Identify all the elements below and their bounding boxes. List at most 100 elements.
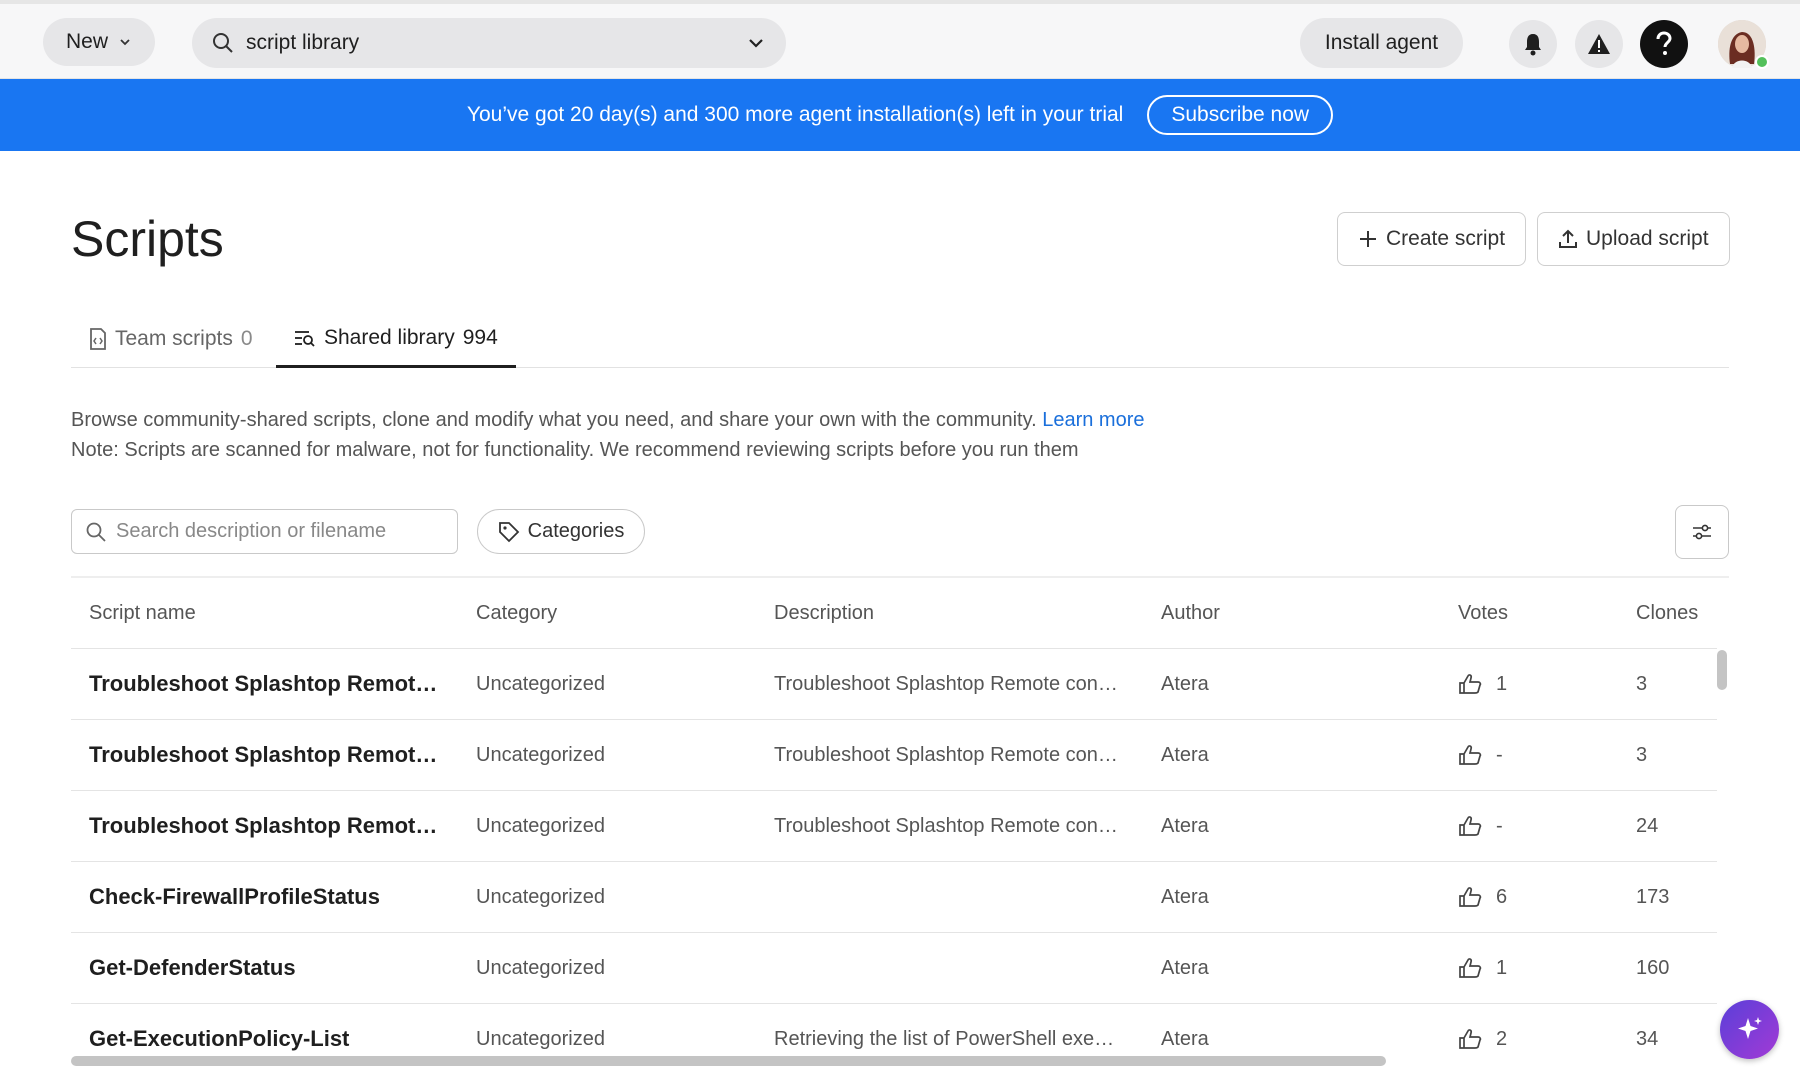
script-search-field[interactable] [71,509,458,554]
table-row[interactable]: Troubleshoot Splashtop Remot… Uncategori… [71,648,1717,719]
script-category: Uncategorized [476,814,605,837]
notifications-button[interactable] [1509,20,1557,68]
table-vertical-scrollbar[interactable] [1717,650,1729,1060]
trial-message: You’ve got 20 day(s) and 300 more agent … [466,103,1124,126]
script-description: Troubleshoot Splashtop Remote con… [774,814,1118,837]
scripts-table: Script name Category Description Author … [71,576,1729,1066]
script-category: Uncategorized [476,885,605,908]
script-votes: - [1458,815,1503,838]
thumbs-up-icon[interactable] [1458,957,1482,979]
tab-shared-library-label: Shared library [324,325,455,349]
votes-count: 2 [1496,1027,1508,1050]
script-clones: 24 [1636,814,1659,837]
column-header-description[interactable]: Description [774,602,874,625]
description-line-1: Browse community-shared scripts, clone a… [71,405,1144,435]
tab-shared-library-count: 994 [462,325,498,349]
tag-icon [498,521,519,542]
warning-icon [1588,34,1610,54]
votes-count: - [1496,743,1503,766]
alerts-button[interactable] [1575,20,1623,68]
chevron-down-icon [120,39,130,46]
table-horizontal-scrollbar[interactable] [71,1056,1386,1066]
chevron-down-icon[interactable] [746,33,766,53]
script-clones: 173 [1636,885,1670,908]
categories-label: Categories [527,520,625,542]
tab-shared-library[interactable]: Shared library 994 [276,310,516,368]
table-row[interactable]: Get-DefenderStatus Uncategorized Atera 1… [71,932,1717,1003]
global-search-value: script library [246,31,360,54]
upload-script-label: Upload script [1586,227,1709,250]
create-script-button[interactable]: Create script [1337,212,1527,266]
column-header-script-name[interactable]: Script name [89,602,196,625]
thumbs-up-icon[interactable] [1458,886,1482,908]
script-author: Atera [1161,956,1209,979]
learn-more-link[interactable]: Learn more [1042,409,1144,431]
help-button[interactable] [1640,20,1688,68]
thumbs-up-icon[interactable] [1458,744,1482,766]
script-name[interactable]: Troubleshoot Splashtop Remot… [89,742,437,768]
votes-count: 6 [1496,885,1508,908]
thumbs-up-icon[interactable] [1458,1028,1482,1050]
categories-filter-button[interactable]: Categories [477,509,645,554]
column-settings-button[interactable] [1675,505,1729,559]
script-category: Uncategorized [476,956,605,979]
global-search-input[interactable]: script library [192,18,786,68]
script-category: Uncategorized [476,743,605,766]
upload-script-button[interactable]: Upload script [1537,212,1730,266]
script-description: Troubleshoot Splashtop Remote con… [774,743,1118,766]
script-name[interactable]: Get-DefenderStatus [89,955,296,981]
thumbs-up-icon[interactable] [1458,815,1482,837]
script-clones: 3 [1636,743,1648,766]
table-row[interactable]: Troubleshoot Splashtop Remot… Uncategori… [71,790,1717,861]
table-row[interactable]: Check-FirewallProfileStatus Uncategorize… [71,861,1717,932]
file-code-icon [90,328,106,350]
tab-bar: Team scripts 0 Shared library 994 [71,310,1729,368]
script-votes: 6 [1458,886,1507,909]
votes-count: 1 [1496,956,1508,979]
bell-icon [1525,34,1541,56]
script-name[interactable]: Troubleshoot Splashtop Remot… [89,813,437,839]
table-row[interactable]: Troubleshoot Splashtop Remot… Uncategori… [71,719,1717,790]
script-description: Troubleshoot Splashtop Remote con… [774,672,1118,695]
script-author: Atera [1161,672,1209,695]
script-category: Uncategorized [476,1027,605,1050]
user-avatar[interactable] [1718,20,1769,69]
install-agent-button[interactable]: Install agent [1300,18,1463,68]
table-header: Script name Category Description Author … [71,578,1717,648]
library-search-icon [295,330,315,347]
script-votes: 1 [1458,957,1507,980]
script-author: Atera [1161,743,1209,766]
script-name[interactable]: Check-FirewallProfileStatus [89,884,380,910]
new-button[interactable]: New [43,18,155,66]
tab-team-scripts-count: 0 [240,327,253,350]
new-button-label: New [65,30,108,53]
ai-assistant-button[interactable] [1720,1000,1779,1059]
library-description: Browse community-shared scripts, clone a… [71,405,1144,465]
online-status-dot [1755,55,1769,69]
column-header-votes[interactable]: Votes [1458,602,1508,625]
create-script-label: Create script [1386,227,1506,250]
trial-banner: You’ve got 20 day(s) and 300 more agent … [0,79,1800,151]
script-votes: - [1458,744,1503,767]
sliders-icon [1693,524,1711,540]
script-search-input[interactable] [116,520,436,543]
subscribe-button[interactable]: Subscribe now [1147,95,1334,135]
search-icon [213,33,233,53]
thumbs-up-icon[interactable] [1458,673,1482,695]
script-author: Atera [1161,1027,1209,1050]
votes-count: - [1496,814,1503,837]
script-clones: 160 [1636,956,1670,979]
column-header-clones[interactable]: Clones [1636,602,1698,625]
column-header-author[interactable]: Author [1161,602,1220,625]
script-clones: 34 [1636,1027,1659,1050]
question-icon [1656,31,1672,55]
top-bar: New script library Install agent [0,0,1800,79]
script-votes: 2 [1458,1028,1507,1051]
script-name[interactable]: Get-ExecutionPolicy-List [89,1026,349,1052]
column-header-category[interactable]: Category [476,602,557,625]
script-author: Atera [1161,814,1209,837]
scrollbar-thumb[interactable] [1717,650,1727,690]
tab-team-scripts[interactable]: Team scripts 0 [89,310,253,368]
script-name[interactable]: Troubleshoot Splashtop Remot… [89,671,437,697]
plus-icon [1360,231,1376,247]
